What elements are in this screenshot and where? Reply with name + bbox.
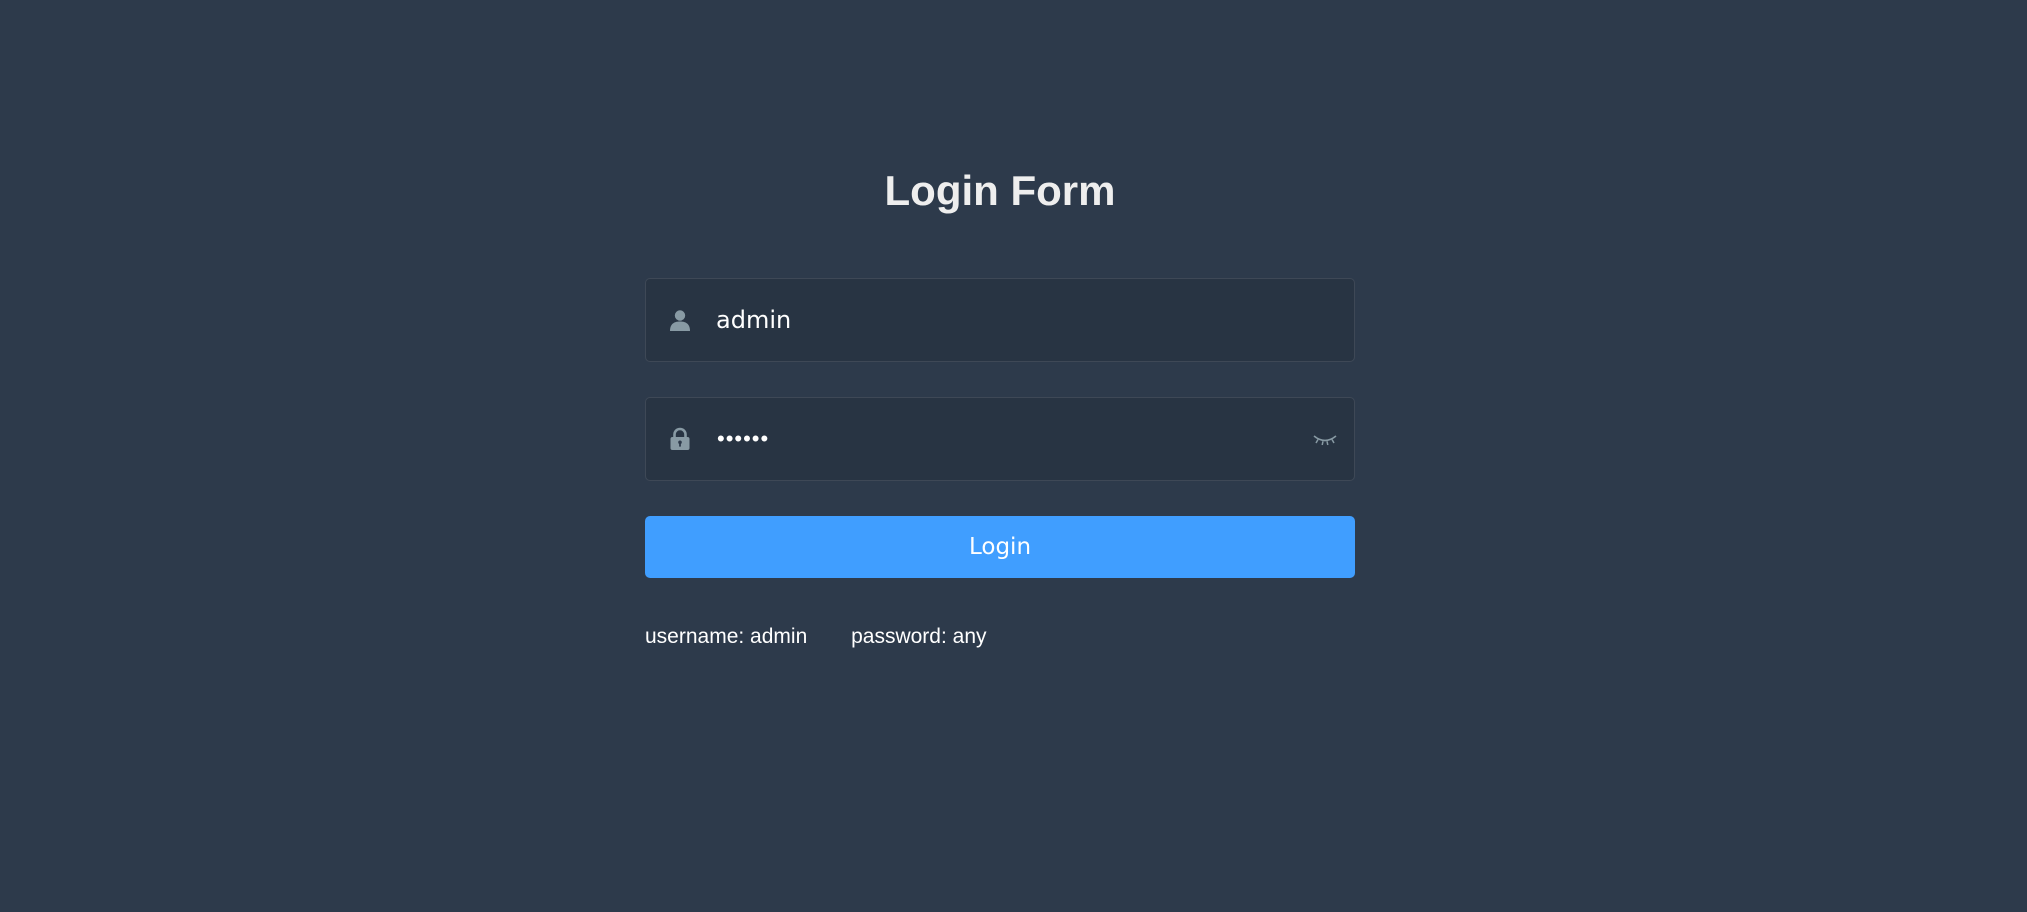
password-field[interactable]: ••••••	[645, 397, 1355, 481]
eye-closed-icon[interactable]	[1312, 428, 1338, 450]
lock-icon	[668, 427, 692, 451]
password-tip: password: any	[851, 625, 987, 648]
username-field[interactable]	[645, 278, 1355, 362]
login-button[interactable]: Login	[645, 516, 1355, 578]
credentials-tips: username: admin password: any	[645, 624, 987, 650]
user-icon	[668, 308, 692, 332]
login-page: Login Form ••••••	[0, 0, 2027, 912]
page-title: Login Form	[884, 167, 1116, 214]
password-input[interactable]: ••••••	[717, 398, 769, 480]
username-tip: username: admin	[645, 625, 808, 648]
username-input[interactable]	[716, 279, 1276, 361]
